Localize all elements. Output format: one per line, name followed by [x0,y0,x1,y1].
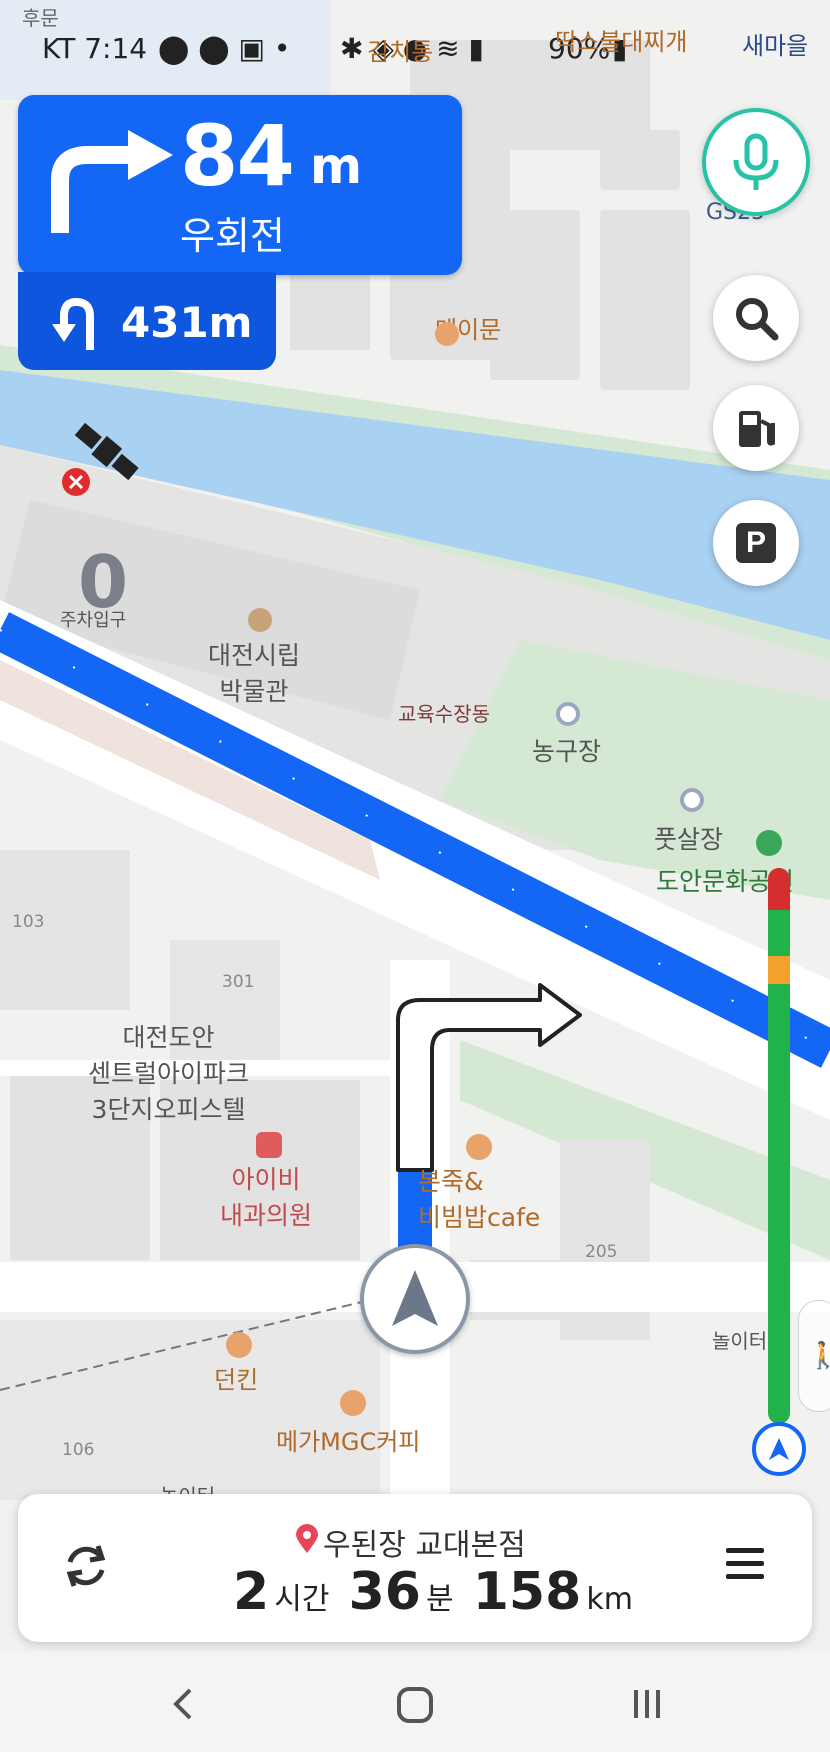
search-button[interactable] [713,275,799,361]
clinic-line1: 아이비 [231,1165,301,1194]
turn-distance-unit: m [310,137,363,195]
map-label-playground-1: 놀이터 [712,1329,768,1353]
destination-name: 우된장 교대본점 [323,1528,526,1563]
hospital-icon [256,1132,282,1158]
remaining-distance-unit: km [586,1582,633,1617]
recent-apps-icon[interactable] [630,1688,664,1720]
coffee-icon [340,1390,366,1416]
turn-guidance-card[interactable]: 84 m 우회전 [18,95,462,275]
map-poi-bonjuk: 본죽& 비빔밥cafe [418,1162,540,1234]
search-icon [736,298,779,341]
eta-hours: 2 [233,1562,270,1622]
parking-button[interactable]: P [713,500,799,586]
building-number-103: 103 [12,912,45,932]
home-icon[interactable] [396,1686,434,1724]
u-turn-icon [52,297,94,350]
map-label-museum: 대전시립 박물관 [208,636,300,708]
route-summary-panel[interactable]: 우된장 교대본점 2 시간 36 분 158 km [18,1494,812,1642]
route-progress-position [752,1422,806,1476]
pedestrian-icon: 🚶 [807,1341,830,1371]
cafe-icon [226,1332,252,1358]
map-label-saemaeul: 새마을 [742,32,809,60]
eta-hours-unit: 시간 [274,1582,330,1617]
map-poi-mega: 메가MGC커피 [276,1428,421,1456]
current-location-marker [360,1244,470,1354]
turn-right-icon [51,130,173,233]
restaurant-icon [435,322,459,346]
map-poi-dunkin: 던킨 [214,1366,259,1394]
reroute-icon[interactable] [60,1540,112,1592]
restaurant-icon [466,1134,492,1160]
carrier-time: KT 7:14 [42,32,148,65]
traffic-red-segment [768,868,790,910]
map-label-office: 대전도안 센트럴아이파크 3단지오피스텔 [88,1018,249,1126]
eta-minutes: 36 [348,1562,421,1622]
building-number-301: 301 [222,972,255,992]
back-icon[interactable] [168,1686,198,1722]
voice-button[interactable] [702,108,810,216]
map-poi-kimchi: 김치통 [367,38,434,66]
turn-distance: 84 [180,107,295,205]
museum-line1: 대전시립 [208,641,301,670]
navigation-arrow-icon [392,1270,438,1326]
office-line2: 센트럴아이파크 [88,1059,250,1088]
basketball-court-icon [556,702,580,726]
next-maneuver-card[interactable]: 431m [18,272,276,370]
traffic-green-segment [768,910,790,956]
gps-satellite-icon[interactable] [58,410,148,500]
map-label-futsal: 풋살장 [654,825,724,854]
bonjuk-line2: 비빔밥cafe [418,1203,541,1232]
navigation-arrow-icon [769,1438,789,1460]
park-icon [756,830,782,856]
clinic-line2: 내과의원 [220,1201,313,1230]
map-poi-clinic: 아이비 내과의원 [220,1160,312,1232]
building-number-106: 106 [62,1440,95,1460]
traffic-orange-segment [768,956,790,984]
remaining-distance: 158 [472,1562,582,1622]
next-maneuver-distance: 431m [121,298,253,347]
map-label-parking-entrance: 주차입구 [60,610,127,631]
pedestrian-toggle[interactable]: 🚶 [798,1300,830,1412]
destination-pin-icon [296,1524,318,1553]
gas-station-icon [739,411,775,447]
gas-station-button[interactable] [713,385,799,471]
building-number-205: 205 [585,1242,618,1262]
microphone-icon [733,133,779,190]
museum-icon [248,608,272,632]
bonjuk-line1: 본죽& [418,1167,484,1196]
menu-icon[interactable] [724,1544,766,1584]
status-icons-left: ⬤ ⬤ ▣ • [158,32,291,65]
futsal-court-icon [680,788,704,812]
office-line1: 대전도안 [122,1023,215,1052]
turn-action: 우회전 [180,214,285,258]
map-label-back-gate: 후문 [22,6,59,30]
eta-summary: 2 시간 36 분 158 km [233,1562,647,1622]
system-navigation-bar [0,1652,830,1752]
route-traffic-bar [768,868,790,1424]
parking-icon: P [736,523,776,563]
office-line3: 3단지오피스텔 [91,1095,246,1124]
museum-line2: 박물관 [219,677,289,706]
map-label-education: 교육수장동 [398,702,490,726]
eta-minutes-unit: 분 [426,1582,454,1617]
map-label-basketball: 농구장 [532,737,602,766]
map-poi-stew: 딱스불대찌개 [555,28,688,56]
